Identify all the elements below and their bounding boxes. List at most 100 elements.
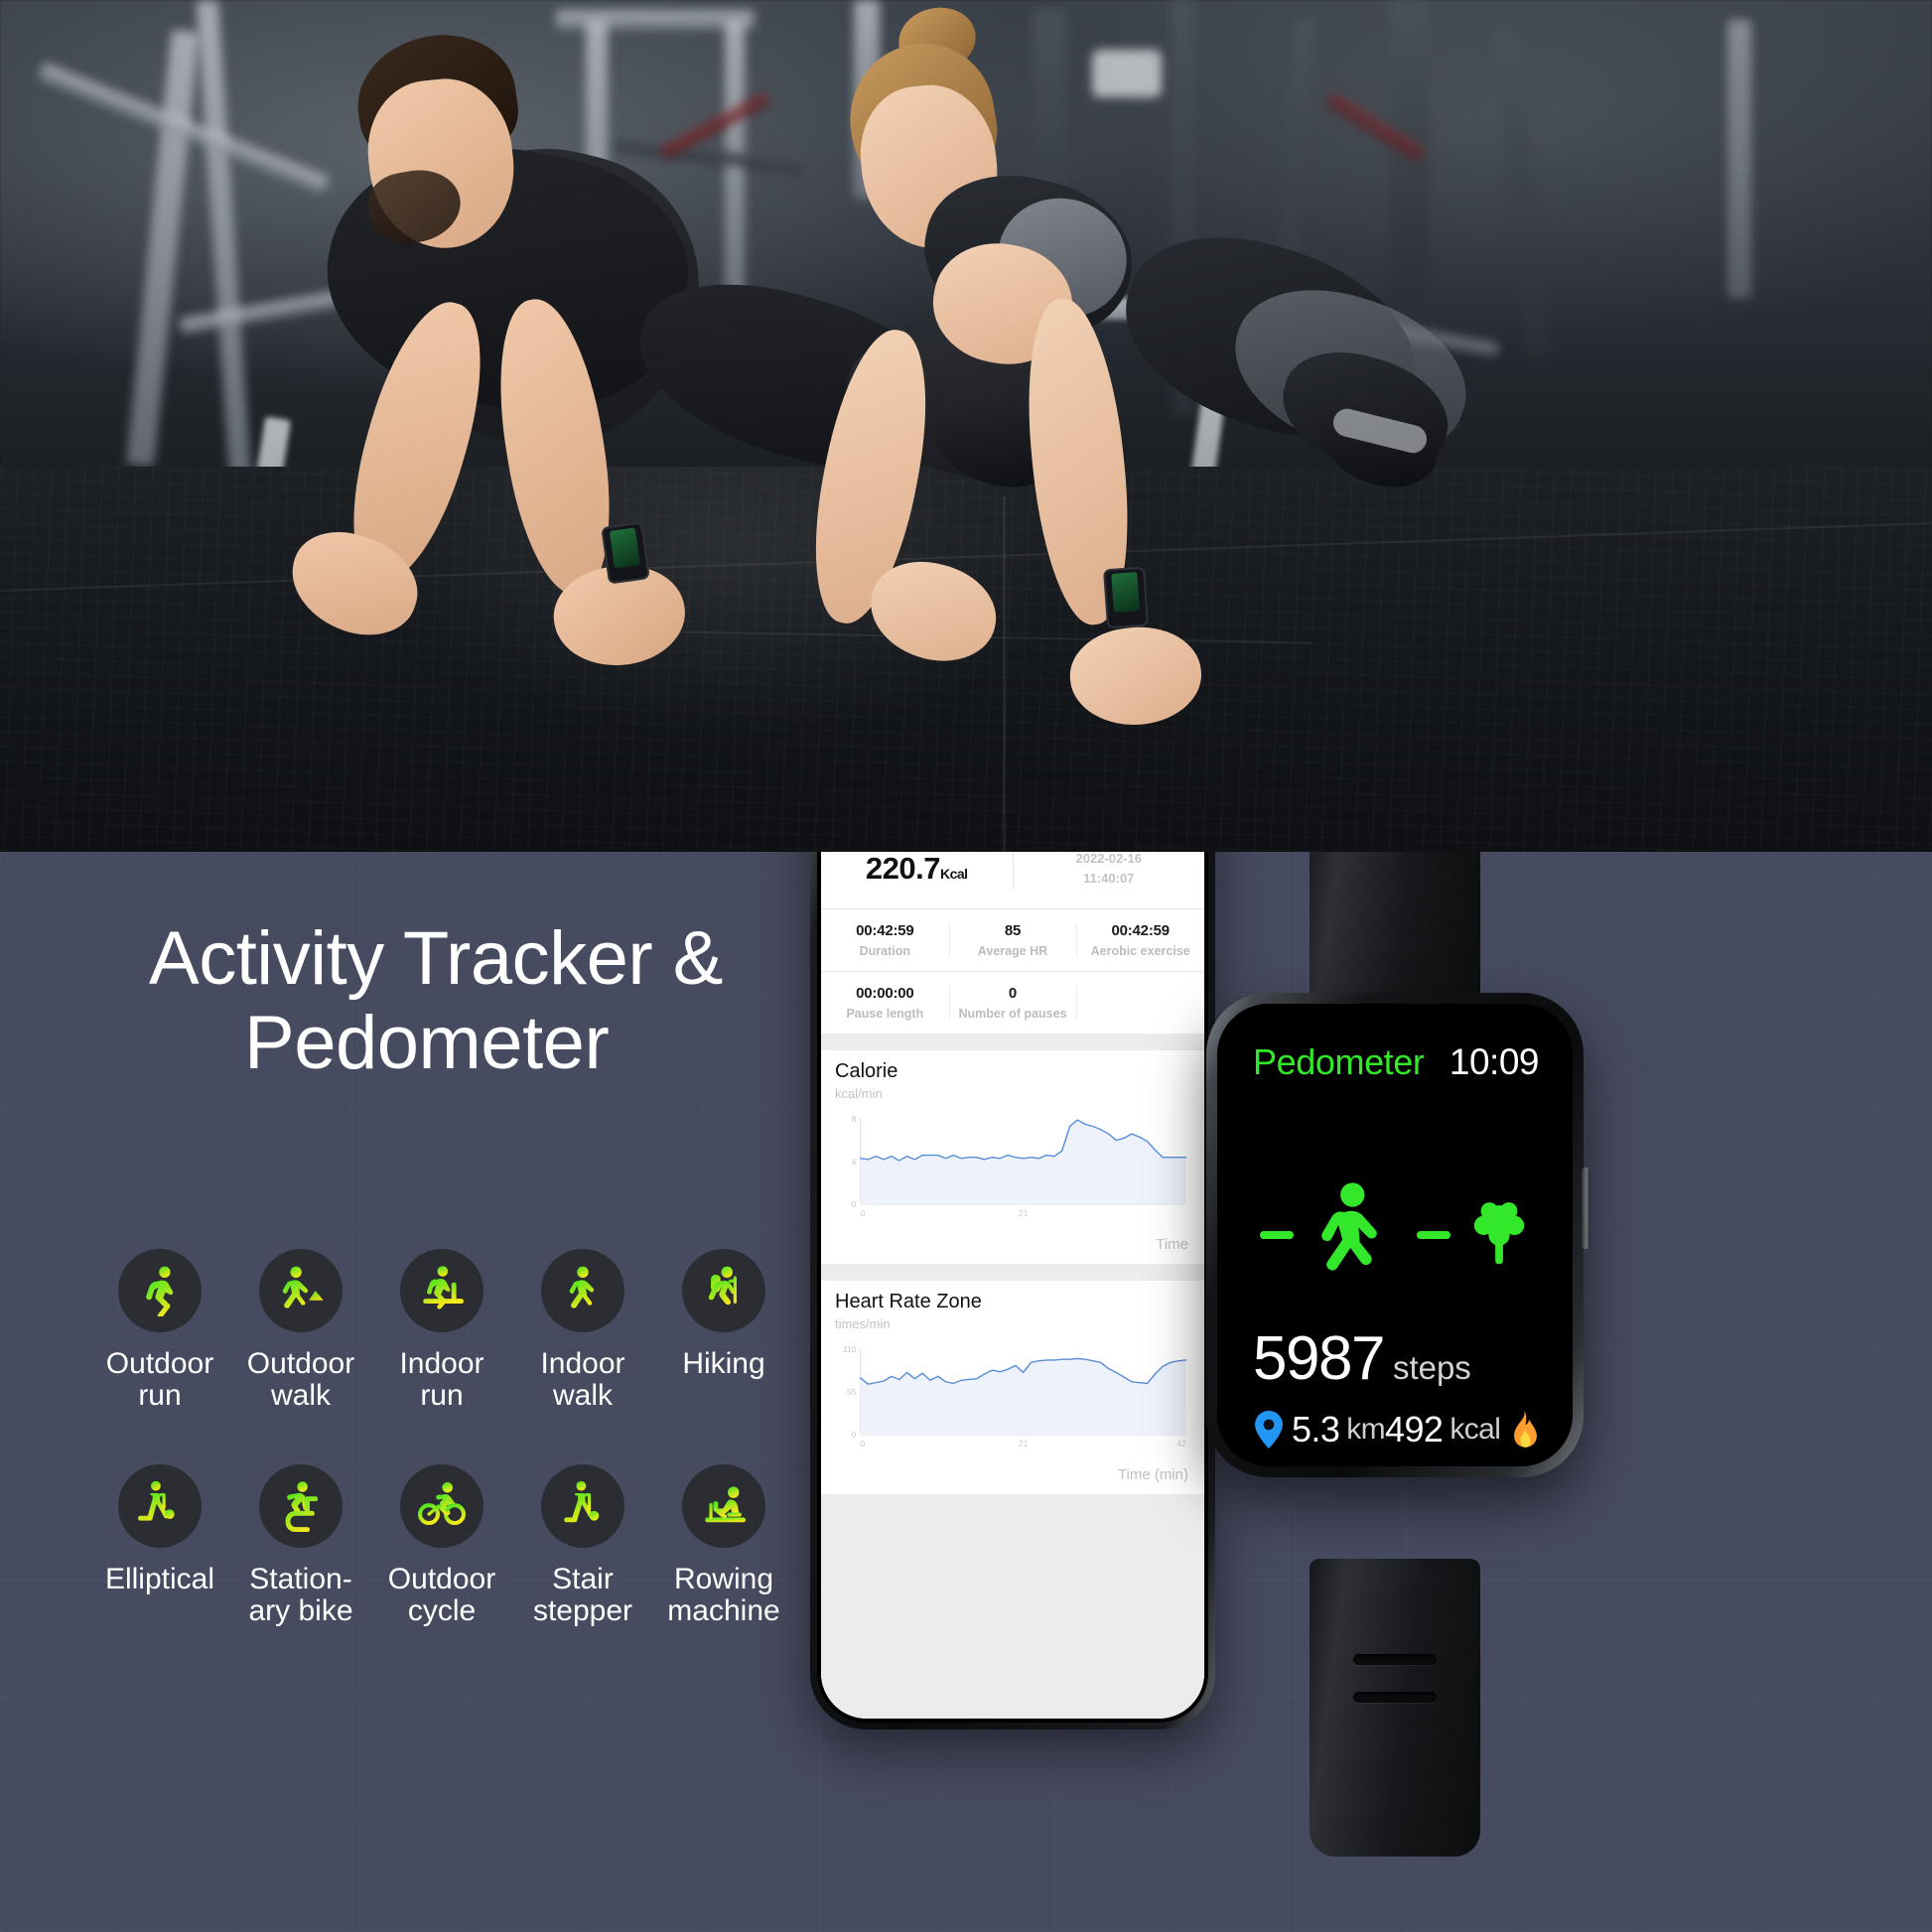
hr-chart-plot: 0 55 110 0 21 42 bbox=[833, 1341, 1192, 1460]
phone-screen: HD 4G 16:38 bbox=[821, 852, 1204, 1719]
headline-line-2: Pedometer bbox=[244, 1001, 610, 1086]
activity-label: Hiking bbox=[682, 1347, 765, 1380]
stat-pause-length: 00:00:00 Pause length bbox=[821, 972, 949, 1034]
activity-label: Outdoor walk bbox=[246, 1347, 355, 1413]
activity-row-2: Elliptical Station- ary bike Outdoor cyc… bbox=[89, 1463, 903, 1628]
page-title: Activity Tracker & Pedometer bbox=[149, 916, 894, 1085]
session-date: 2022-02-16 bbox=[1075, 852, 1143, 866]
outdoor-walk-icon bbox=[259, 1249, 343, 1332]
activity-label: Stair stepper bbox=[532, 1562, 633, 1628]
watch-case: Pedometer 10:09 5987 steps 5.3 km 492 kc… bbox=[1206, 993, 1590, 1477]
activity-label: Rowing machine bbox=[667, 1562, 780, 1628]
watch-distance: 5.3 km bbox=[1253, 1409, 1386, 1450]
steps-count: 5987 bbox=[1253, 1324, 1385, 1393]
hr-chart-card: Heart Rate Zone times/min 0 55 110 0 21 42 Ti… bbox=[821, 1281, 1204, 1494]
activity-modes-grid: Outdoor run Outdoor walk Indoor run Indo… bbox=[89, 1249, 903, 1628]
watch-crown-button[interactable] bbox=[1582, 1168, 1590, 1249]
stair-stepper-icon bbox=[541, 1463, 624, 1548]
stat-average-hr: 85 Average HR bbox=[948, 909, 1077, 971]
calories-unit: kcal bbox=[1449, 1413, 1501, 1446]
worn-watch-female bbox=[1102, 566, 1150, 629]
calorie-chart-xlabel: Time bbox=[1156, 1236, 1188, 1253]
path-dash-right bbox=[1417, 1231, 1450, 1239]
activity-outdoor-walk[interactable]: Outdoor walk bbox=[230, 1249, 371, 1413]
hr-chart-unit: times/min bbox=[835, 1316, 891, 1331]
activity-outdoor-run[interactable]: Outdoor run bbox=[89, 1249, 230, 1413]
calorie-chart-title: Calorie bbox=[835, 1060, 898, 1082]
steps-unit: steps bbox=[1392, 1349, 1471, 1386]
smartwatch-mockup: Pedometer 10:09 5987 steps 5.3 km 492 kc… bbox=[1206, 852, 1590, 1857]
svg-text:21: 21 bbox=[1019, 1209, 1029, 1218]
activity-indoor-walk[interactable]: Indoor walk bbox=[512, 1249, 653, 1413]
stat-label: Average HR bbox=[977, 944, 1048, 958]
stats-row-1: 00:42:59 Duration 85 Average HR 00:42:59… bbox=[821, 909, 1204, 971]
summary-row: 220.7Kcal 2022-02-16 11:40:07 bbox=[821, 852, 1204, 908]
stat-empty bbox=[1076, 972, 1204, 1034]
indoor-run-icon bbox=[400, 1249, 483, 1332]
activity-label: Outdoor run bbox=[105, 1347, 214, 1413]
activity-label: Station- ary bike bbox=[248, 1562, 353, 1628]
app-content[interactable]: Details 220.7Kcal 2022-02-16 11:40:07 bbox=[821, 852, 1204, 1719]
location-pin-icon bbox=[1253, 1411, 1285, 1449]
activity-elliptical[interactable]: Elliptical bbox=[89, 1463, 230, 1628]
activity-indoor-run[interactable]: Indoor run bbox=[371, 1249, 512, 1413]
svg-text:0: 0 bbox=[852, 1200, 857, 1209]
svg-text:110: 110 bbox=[843, 1345, 857, 1354]
activity-row-1: Outdoor run Outdoor walk Indoor run Indo… bbox=[89, 1249, 903, 1413]
watch-calories: 492 kcal bbox=[1385, 1409, 1539, 1450]
band-hole bbox=[1353, 1654, 1437, 1665]
stats-row-2: 00:00:00 Pause length 0 Number of pauses bbox=[821, 972, 1204, 1034]
session-timestamp: 2022-02-16 11:40:07 bbox=[1076, 852, 1143, 889]
hr-chart-xlabel: Time (min) bbox=[1117, 1466, 1188, 1483]
stat-aerobic-exercise: 00:42:59 Aerobic exercise bbox=[1076, 909, 1204, 971]
stat-label: Number of pauses bbox=[958, 1007, 1067, 1021]
calorie-chart-card: Calorie kcal/min 0 4 8 0 21 Time bbox=[821, 1050, 1204, 1264]
outdoor-cycle-icon bbox=[400, 1463, 483, 1548]
stat-duration: 00:42:59 Duration bbox=[821, 909, 949, 971]
phone-mockup: HD 4G 16:38 bbox=[810, 852, 1215, 1729]
watch-illustration bbox=[1217, 1171, 1573, 1300]
hero-photo bbox=[0, 0, 1932, 852]
watch-clock: 10:09 bbox=[1449, 1041, 1540, 1082]
stat-value: 85 bbox=[1004, 922, 1022, 939]
svg-text:55: 55 bbox=[847, 1388, 857, 1397]
walking-person-icon bbox=[1311, 1181, 1399, 1289]
hr-chart-title: Heart Rate Zone bbox=[835, 1291, 982, 1312]
calorie-chart-plot: 0 4 8 0 21 bbox=[833, 1111, 1192, 1230]
stat-value: 00:42:59 bbox=[1111, 922, 1170, 939]
activity-label: Indoor walk bbox=[540, 1347, 625, 1413]
activity-rowing-machine[interactable]: Rowing machine bbox=[653, 1463, 794, 1628]
stat-label: Aerobic exercise bbox=[1090, 944, 1190, 958]
watch-mode-label: Pedometer bbox=[1253, 1041, 1425, 1082]
activity-label: Elliptical bbox=[104, 1562, 215, 1595]
total-calories: 220.7Kcal bbox=[865, 852, 968, 886]
activity-label: Indoor run bbox=[399, 1347, 484, 1413]
svg-text:0: 0 bbox=[861, 1440, 866, 1449]
svg-text:0: 0 bbox=[852, 1431, 857, 1440]
headline-line-1: Activity Tracker & bbox=[149, 916, 724, 1001]
activity-outdoor-cycle[interactable]: Outdoor cycle bbox=[371, 1463, 512, 1628]
activity-hiking[interactable]: Hiking bbox=[653, 1249, 794, 1413]
activity-label: Outdoor cycle bbox=[387, 1562, 496, 1628]
watch-steps: 5987 steps bbox=[1253, 1323, 1471, 1394]
distance-unit: km bbox=[1346, 1413, 1386, 1446]
feature-panel: Activity Tracker & Pedometer Outdoor run bbox=[0, 852, 1932, 1932]
details-card: Details 220.7Kcal 2022-02-16 11:40:07 bbox=[821, 852, 1204, 1034]
svg-text:4: 4 bbox=[852, 1158, 857, 1167]
watch-screen[interactable]: Pedometer 10:09 5987 steps 5.3 km 492 kc… bbox=[1217, 1004, 1573, 1466]
session-time: 11:40:07 bbox=[1083, 871, 1135, 886]
svg-text:0: 0 bbox=[861, 1209, 866, 1218]
svg-text:42: 42 bbox=[1176, 1440, 1186, 1449]
hiking-icon bbox=[682, 1249, 765, 1332]
activity-stationary-bike[interactable]: Station- ary bike bbox=[230, 1463, 371, 1628]
tree-icon bbox=[1468, 1200, 1530, 1270]
distance-value: 5.3 bbox=[1292, 1409, 1340, 1449]
stat-label: Pause length bbox=[846, 1007, 924, 1021]
svg-text:21: 21 bbox=[1019, 1440, 1029, 1449]
calories-value: 492 bbox=[1385, 1409, 1444, 1449]
rowing-machine-icon bbox=[682, 1463, 765, 1548]
outdoor-run-icon bbox=[118, 1249, 202, 1332]
activity-stair-stepper[interactable]: Stair stepper bbox=[512, 1463, 653, 1628]
stat-label: Duration bbox=[859, 944, 911, 958]
watch-band-bottom bbox=[1310, 1559, 1480, 1857]
